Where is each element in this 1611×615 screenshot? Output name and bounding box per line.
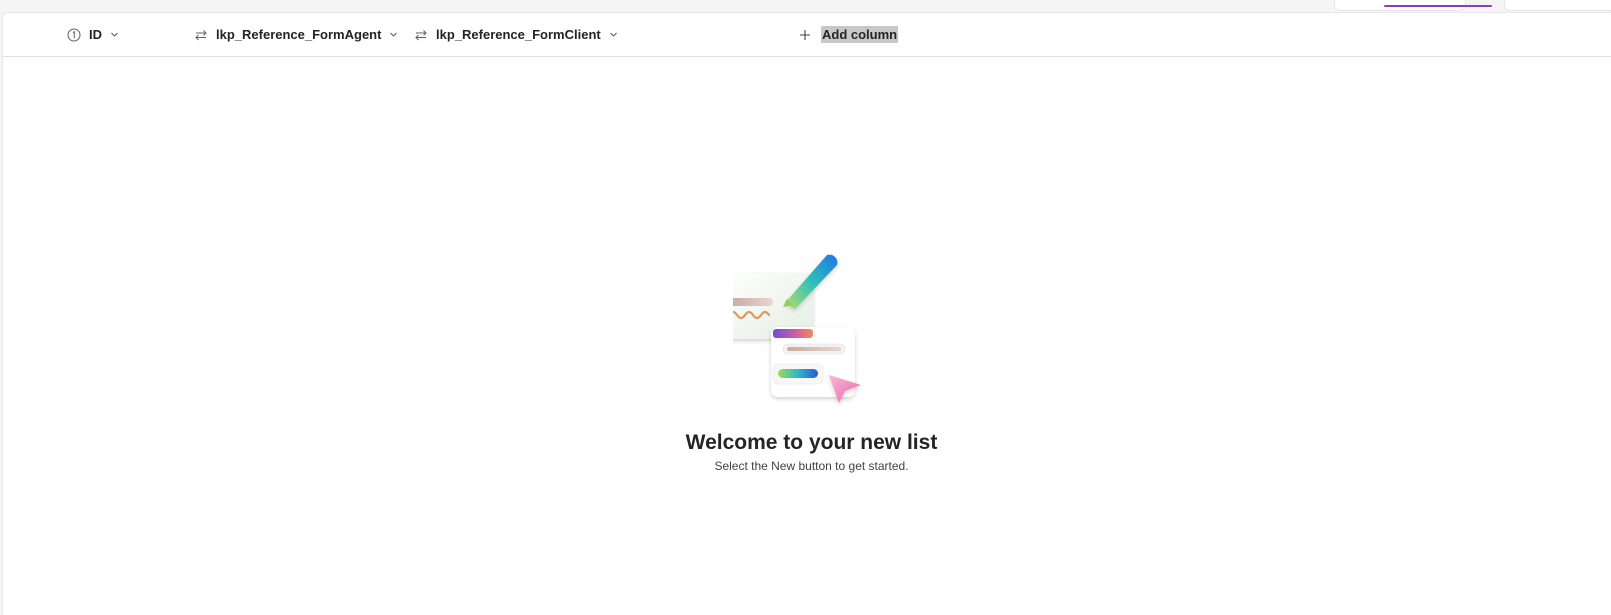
empty-state-subtitle: Select the New button to get started.	[714, 459, 909, 473]
new-list-illustration	[721, 243, 893, 418]
empty-state: Welcome to your new list Select the New …	[3, 13, 1611, 615]
top-tab-strip	[0, 0, 1611, 12]
empty-state-title: Welcome to your new list	[685, 431, 938, 454]
active-tab-indicator	[1384, 5, 1492, 7]
tab-fragment[interactable]	[1504, 0, 1611, 11]
list-panel: ID lkp_Reference_FormAgent lkp_Reference…	[2, 12, 1611, 615]
